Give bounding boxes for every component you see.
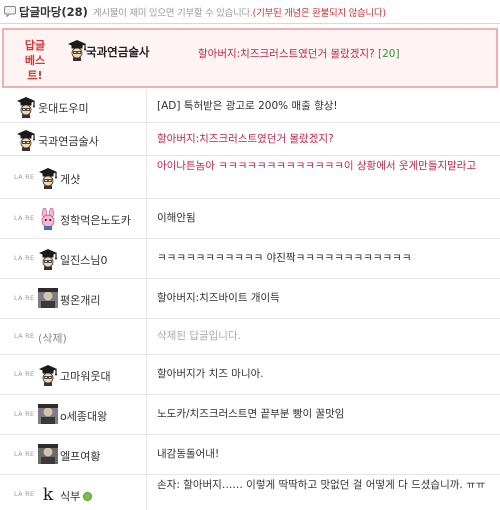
comment-text: 할아버지가 치즈 마니아. [157, 368, 264, 380]
comment-nickname[interactable]: 게샷 [60, 171, 80, 187]
graduate-avatar-icon [38, 167, 58, 192]
k-avatar-icon: k [38, 483, 58, 507]
reply-indicator: LA RE [14, 254, 35, 262]
comment-nickname[interactable]: 정학먹은노도카 [60, 212, 131, 228]
comment-nickname[interactable]: 평온개리 [60, 292, 100, 308]
comment-row: 웃대도우미 [AD] 특허받은 광고로 200% 매출 향상! [0, 90, 500, 123]
comment-text: 손자: 할아버지…… 이렇게 딱딱하고 맛없던 걸 어떻게 다 드셨습니까. ㅠ… [157, 479, 486, 491]
photo-avatar-icon [38, 444, 58, 467]
speech-bubble-icon [4, 6, 16, 17]
best-comment-text: 할아버지:치즈크러스트였던거 몰랐겠지? [20] [198, 48, 400, 60]
comment-count: (28) [61, 4, 88, 19]
comment-text: 아이나튼놈아 ㅋㅋㅋㅋㅋㅋㅋㅋㅋㅋㅋㅋㅋ이 상황에서 웃게만들지말라고 [157, 160, 477, 172]
svg-text:k: k [43, 485, 54, 504]
comment-row: LA RE 엘프여황 내감동돌어내! [0, 435, 500, 475]
comment-row: LA RE 고마워웃대 할아버지가 치즈 마니아. [0, 355, 500, 395]
comment-nickname[interactable]: (삭제) [38, 330, 67, 346]
section-title: 답글마당 [19, 4, 62, 19]
comment-row: LA RE 일진스님0 ㅋㅋㅋㅋㅋㅋㅋㅋㅋㅋㅋ 야진짝ㅋㅋㅋㅋㅋㅋㅋㅋㅋㅋㅋㅋ [0, 239, 500, 279]
comment-row: 국과연금술사 할아버지:치즈크러스트였던거 몰랐겠지? [0, 123, 500, 156]
comment-nickname[interactable]: o세종대왕 [60, 408, 107, 424]
comment-section-header: 답글마당 (28) 게시물이 재미 있으면 기부할 수 있습니다. (기부된 개… [0, 0, 500, 24]
comment-text: 내감동돌어내! [157, 448, 220, 460]
graduate-avatar-icon [38, 248, 58, 273]
best-comment-nickname[interactable]: 국과연금술사 [86, 44, 149, 60]
reply-indicator: LA RE [14, 410, 35, 418]
best-comment-box[interactable]: 답글 베스트! 국과연금술사 할아버지:치즈크러스트였던거 몰랐겠지? [20] [2, 28, 498, 88]
graduate-avatar-icon [67, 39, 87, 64]
comment-nickname[interactable]: 국과연금술사 [38, 133, 99, 149]
graduate-avatar-icon [38, 364, 58, 389]
reply-indicator: LA RE [14, 450, 35, 458]
reply-indicator: LA RE [14, 214, 35, 222]
comment-row: LA RE 평온개리 할아버지:치즈바이트 개이득 [0, 279, 500, 319]
bunny-avatar-icon [38, 207, 58, 233]
comment-nickname[interactable]: 고마워웃대 [60, 368, 111, 384]
reply-indicator: LA RE [14, 294, 35, 302]
comment-text: 노도카/치즈크러스트면 끝부분 빵이 꿀맛임 [157, 408, 345, 420]
comment-text: 삭제된 답글입니다. [157, 330, 241, 342]
comment-row: LA RE (삭제) 삭제된 답글입니다. [0, 319, 500, 355]
reply-indicator: LA RE [14, 489, 35, 498]
comment-nickname[interactable]: 식부 [60, 488, 93, 504]
best-comment-label: 답글 베스트! [24, 39, 46, 82]
reply-indicator: LA RE [14, 332, 35, 340]
online-status-icon [83, 491, 93, 501]
reply-indicator: LA RE [14, 370, 35, 378]
comment-nickname[interactable]: 일진스님0 [60, 252, 107, 268]
comment-nickname[interactable]: 웃대도우미 [38, 100, 89, 116]
comment-row: LA RE k 식부 손자: 할아버지…… 이렇게 딱딱하고 맛없던 걸 어떻게 다 … [0, 475, 500, 510]
comment-text: 할아버지:치즈크러스트였던거 몰랐겠지? [157, 132, 334, 145]
photo-avatar-icon [38, 404, 58, 427]
comment-row: LA RE 게샷 아이나튼놈아 ㅋㅋㅋㅋㅋㅋㅋㅋㅋㅋㅋㅋㅋ이 상황에서 웃게만들지말… [0, 156, 500, 199]
donation-notice: 게시물이 재미 있으면 기부할 수 있습니다. [92, 7, 253, 19]
comment-text: 할아버지:치즈바이트 개이득 [157, 292, 280, 304]
comment-text: [AD] 특허받은 광고로 200% 매출 향상! [157, 99, 338, 112]
comment-text: ㅋㅋㅋㅋㅋㅋㅋㅋㅋㅋㅋ 야진짝ㅋㅋㅋㅋㅋㅋㅋㅋㅋㅋㅋㅋ [157, 252, 412, 264]
comment-text: 이해안됨 [157, 212, 196, 224]
comment-list: 웃대도우미 [AD] 특허받은 광고로 200% 매출 향상! 국과연금술사 할아버지… [0, 90, 500, 510]
graduate-avatar-icon [16, 129, 36, 154]
comment-row: LA RE 정학먹은노도카 이해안됨 [0, 199, 500, 239]
reply-indicator: LA RE [14, 172, 35, 181]
refund-notice: (기부된 개념은 환불되지 않습니다) [252, 7, 386, 19]
graduate-avatar-icon [16, 96, 36, 121]
comment-nickname[interactable]: 엘프여황 [60, 448, 100, 464]
best-comment-count: [20] [378, 48, 400, 60]
comment-row: LA RE o세종대왕 노도카/치즈크러스트면 끝부분 빵이 꿀맛임 [0, 395, 500, 435]
photo-avatar-icon [38, 288, 58, 311]
